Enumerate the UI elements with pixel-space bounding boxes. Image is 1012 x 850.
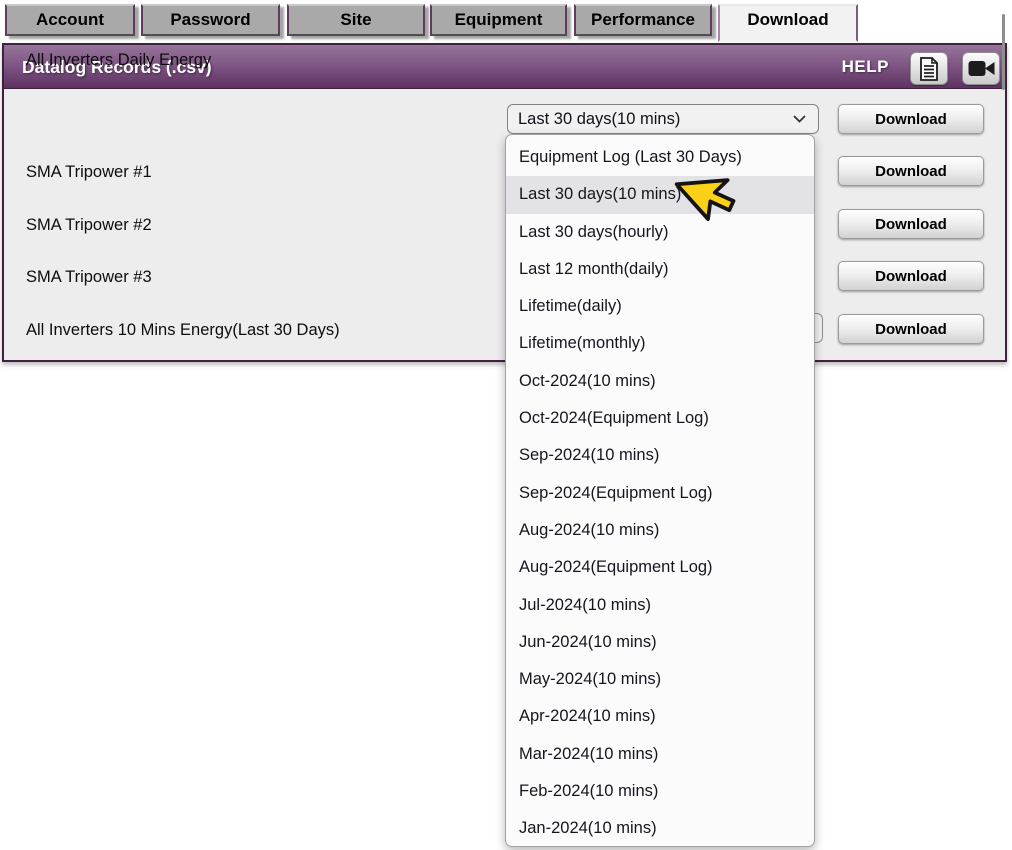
tab-account[interactable]: Account	[5, 4, 135, 36]
dropdown-option[interactable]: Last 12 month(daily)	[506, 251, 814, 288]
chevron-down-icon	[793, 115, 806, 123]
download-button[interactable]: Download	[838, 104, 984, 134]
dropdown-option[interactable]: Apr-2024(10 mins)	[506, 698, 814, 735]
tab-password[interactable]: Password	[141, 4, 280, 36]
row-label-all-inverters-10min: All Inverters 10 Mins Energy(Last 30 Day…	[26, 315, 340, 345]
dropdown-option[interactable]: Lifetime(daily)	[506, 288, 814, 325]
dropdown-option[interactable]: Jan-2024(10 mins)	[506, 810, 814, 847]
help-link[interactable]: HELP	[842, 57, 889, 77]
dropdown-option[interactable]: May-2024(10 mins)	[506, 661, 814, 698]
tab-site[interactable]: Site	[287, 4, 425, 36]
dropdown-option[interactable]: Aug-2024(Equipment Log)	[506, 549, 814, 586]
video-button[interactable]	[962, 52, 1000, 85]
tab-download[interactable]: Download	[718, 4, 858, 42]
interval-dropdown: Equipment Log (Last 30 Days)Last 30 days…	[505, 134, 815, 847]
document-icon	[919, 57, 939, 81]
tab-equipment[interactable]: Equipment	[430, 4, 567, 36]
document-page-button[interactable]	[910, 52, 948, 85]
dropdown-option[interactable]: Sep-2024(Equipment Log)	[506, 475, 814, 512]
dropdown-option[interactable]: Jul-2024(10 mins)	[506, 587, 814, 624]
dropdown-scrollbar[interactable]	[1002, 14, 1005, 90]
row-label-sma-tripower-1: SMA Tripower #1	[26, 157, 152, 187]
dropdown-option[interactable]: Lifetime(monthly)	[506, 325, 814, 362]
dropdown-option[interactable]: Jun-2024(10 mins)	[506, 624, 814, 661]
download-button[interactable]: Download	[838, 261, 984, 291]
download-button[interactable]: Download	[838, 314, 984, 344]
dropdown-option[interactable]: Mar-2024(10 mins)	[506, 736, 814, 773]
dropdown-option[interactable]: Feb-2024(10 mins)	[506, 773, 814, 810]
row-label-all-inverters-daily: All Inverters Daily Energy	[26, 45, 211, 75]
tab-performance[interactable]: Performance	[574, 4, 712, 36]
dropdown-option[interactable]: Oct-2024(10 mins)	[506, 363, 814, 400]
dropdown-option[interactable]: Equipment Log (Last 30 Days)	[506, 139, 814, 176]
interval-select-value: Last 30 days(10 mins)	[508, 110, 793, 129]
dropdown-option[interactable]: Oct-2024(Equipment Log)	[506, 400, 814, 437]
dropdown-option[interactable]: Sep-2024(10 mins)	[506, 437, 814, 474]
download-button[interactable]: Download	[838, 209, 984, 239]
video-camera-icon	[968, 59, 995, 78]
dropdown-option[interactable]: Last 30 days(hourly)	[506, 214, 814, 251]
dropdown-option-list: Equipment Log (Last 30 Days)Last 30 days…	[506, 135, 814, 847]
interval-select[interactable]: Last 30 days(10 mins)	[507, 104, 819, 134]
download-button[interactable]: Download	[838, 156, 984, 186]
download-page: Account Password Site Equipment Performa…	[0, 0, 1012, 850]
row-label-sma-tripower-2: SMA Tripower #2	[26, 210, 152, 240]
dropdown-option[interactable]: Last 30 days(10 mins)	[506, 176, 814, 213]
row-label-sma-tripower-3: SMA Tripower #3	[26, 262, 152, 292]
dropdown-option[interactable]: Aug-2024(10 mins)	[506, 512, 814, 549]
